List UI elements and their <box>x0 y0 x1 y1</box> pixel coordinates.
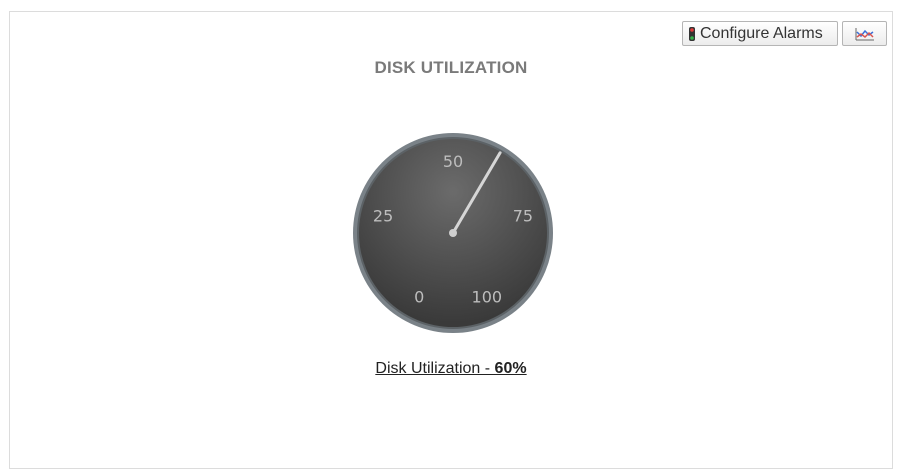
line-chart-icon <box>855 27 874 40</box>
disk-utilization-caption: Disk Utilization - 60% <box>10 360 892 378</box>
panel-title: DISK UTILIZATION <box>374 58 528 77</box>
view-chart-button[interactable] <box>842 21 887 46</box>
gauge-tick-label: 100 <box>472 288 503 307</box>
disk-utilization-gauge: 0 25 50 75 100 <box>350 130 556 336</box>
gauge-tick-label: 0 <box>414 288 424 307</box>
configure-alarms-button[interactable]: Configure Alarms <box>682 21 838 46</box>
gauge-tick-label: 50 <box>443 152 463 171</box>
gauge-tick-label: 25 <box>373 207 393 226</box>
caption-value: 60% <box>494 360 527 377</box>
gauge-tick-label: 75 <box>513 207 533 226</box>
disk-utilization-panel: Configure Alarms DISK UTILIZATION 0 25 50 7… <box>9 11 893 469</box>
caption-prefix: Disk Utilization - <box>375 360 495 377</box>
configure-alarms-label: Configure Alarms <box>700 24 823 42</box>
traffic-light-icon <box>689 26 695 41</box>
gauge-svg: 0 25 50 75 100 <box>353 133 553 333</box>
disk-utilization-link[interactable]: Disk Utilization - 60% <box>375 360 526 377</box>
gauge-needle-pivot <box>449 229 457 237</box>
